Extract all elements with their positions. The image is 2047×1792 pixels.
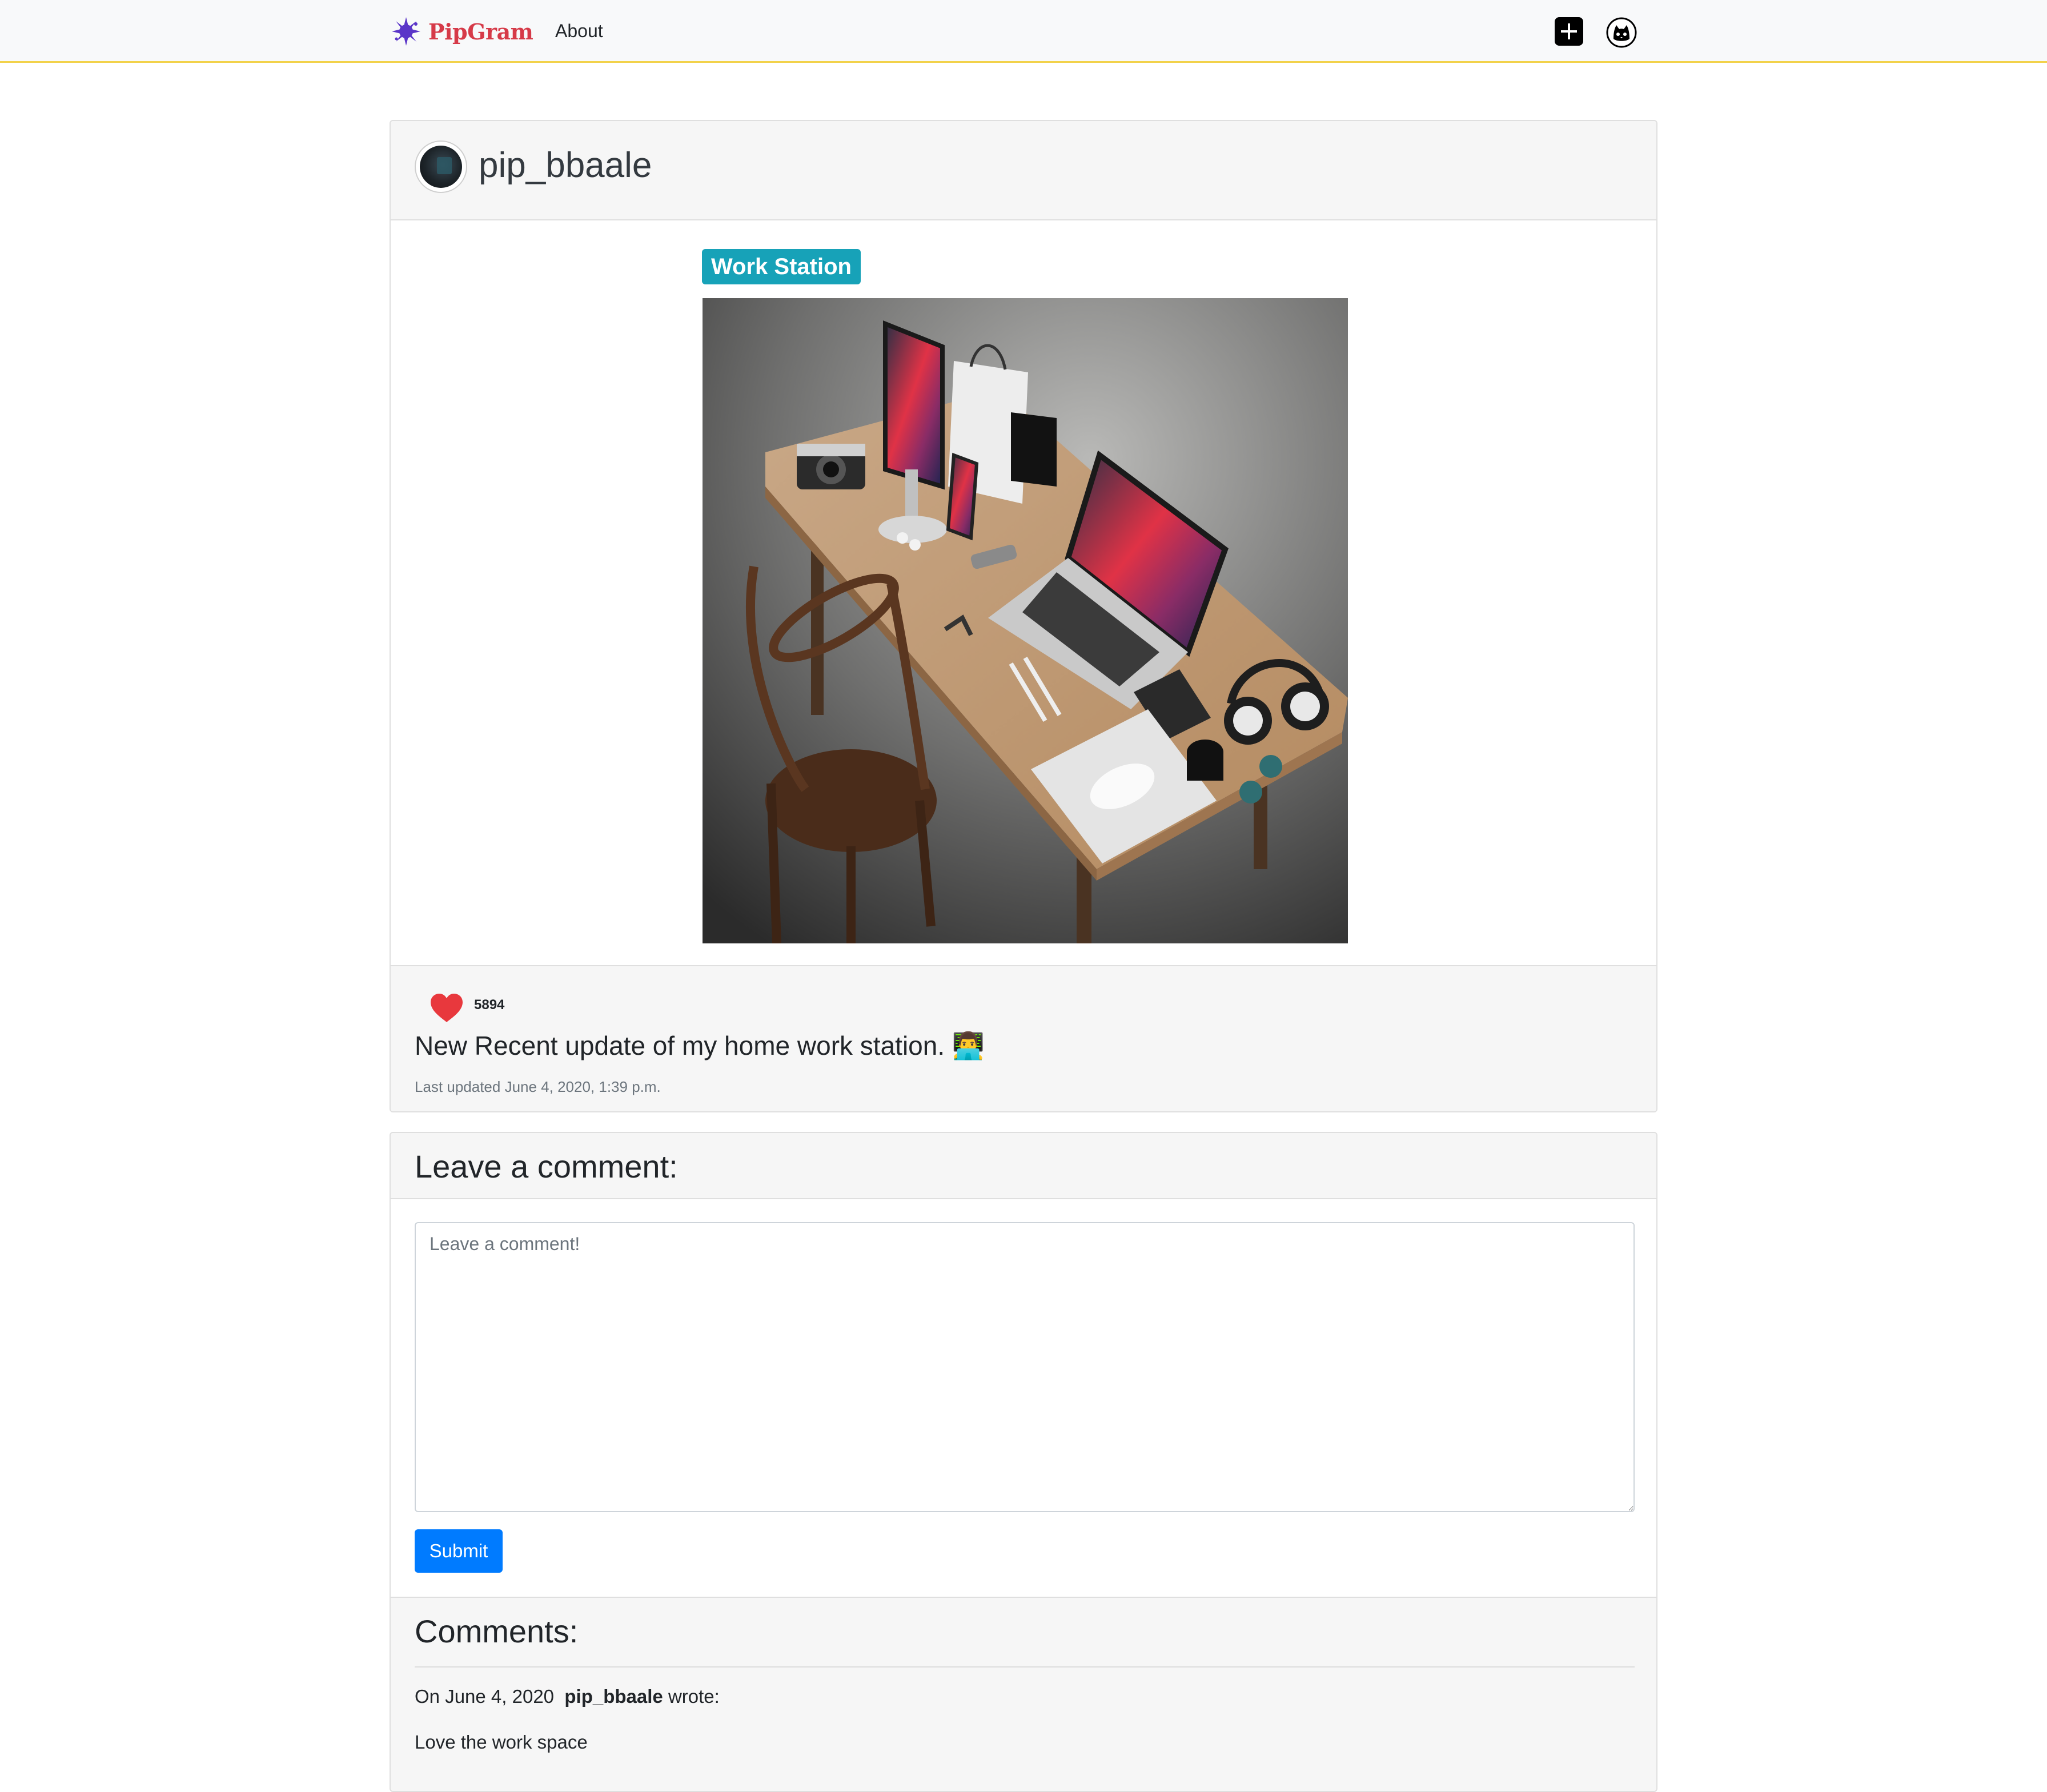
comments-section: Comments: On June 4, 2020 pip_bbaale wro… [391,1597,1656,1791]
navbar: PipGram About [0,0,2047,63]
like-count: 5894 [474,997,505,1012]
post-footer: 5894 New Recent update of my home work s… [391,965,1656,1111]
cat-avatar-icon [1606,17,1637,48]
splat-logo-icon [392,17,420,46]
comment-text: Love the work space [415,1731,588,1753]
add-post-button[interactable] [1555,17,1583,46]
comment-wrote: wrote: [668,1686,720,1707]
divider [415,1666,1635,1668]
brand-link[interactable]: PipGram [391,15,533,48]
post-image [703,298,1348,943]
post-card: pip_bbaale Work Station 5894 New Recent … [390,120,1657,1112]
avatar-image [420,146,462,188]
plus-square-icon [1561,23,1577,39]
comment-meta: On June 4, 2020 pip_bbaale wrote: [415,1686,720,1707]
nav-about-link[interactable]: About [555,21,603,42]
comment-author[interactable]: pip_bbaale [564,1686,663,1707]
avatar[interactable] [415,140,467,193]
comments-title: Comments: [415,1613,579,1649]
post-username[interactable]: pip_bbaale [479,145,652,186]
post-header: pip_bbaale [391,121,1656,220]
category-badge[interactable]: Work Station [702,249,861,284]
comment-date: On June 4, 2020 [415,1686,555,1707]
post-caption: New Recent update of my home work statio… [415,1031,985,1060]
like-button[interactable] [430,993,464,1023]
comment-header: Leave a comment: [391,1133,1656,1199]
workstation-photo [703,298,1348,943]
profile-button[interactable] [1606,17,1637,48]
comment-form-title: Leave a comment: [415,1148,678,1184]
last-updated: Last updated June 4, 2020, 1:39 p.m. [415,1078,661,1095]
post-body: Work Station [391,220,1656,1085]
submit-button[interactable]: Submit [415,1529,503,1573]
brand-name: PipGram [428,18,533,45]
heart-icon [431,994,463,1022]
comment-input[interactable] [415,1222,1635,1512]
comment-card: Leave a comment: Submit Comments: On Jun… [390,1132,1657,1792]
